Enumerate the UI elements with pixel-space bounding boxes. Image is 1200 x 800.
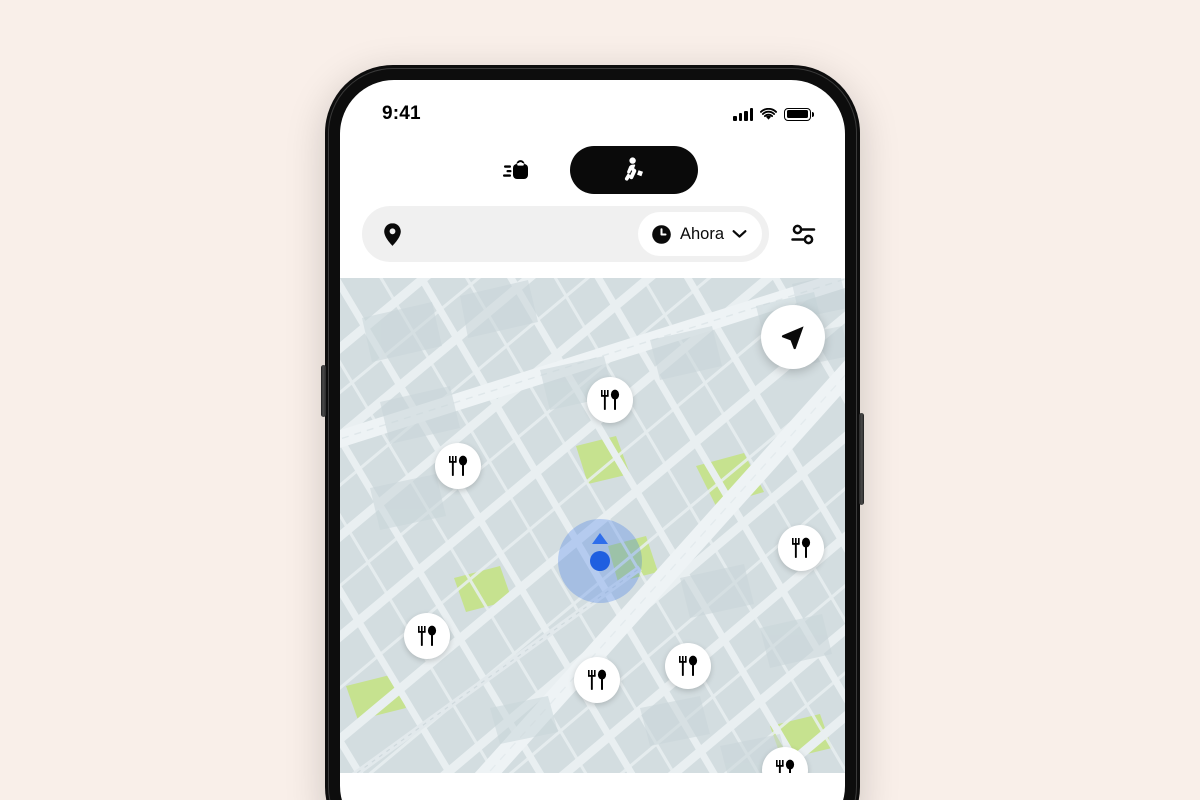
- phone-frame: 9:41 Ahora: [321, 65, 864, 800]
- restaurant-fork-spoon-icon: [601, 389, 620, 410]
- search-bar[interactable]: Ahora: [362, 206, 769, 262]
- delivery-bag-icon: [502, 160, 528, 179]
- battery-full-icon: [784, 107, 814, 121]
- power-button[interactable]: [859, 413, 864, 505]
- poi-pin-restaurant[interactable]: [404, 613, 450, 659]
- wifi-icon: [760, 107, 777, 120]
- map-canvas[interactable]: [340, 278, 845, 773]
- restaurant-fork-spoon-icon: [776, 759, 795, 773]
- chevron-down-icon: [732, 230, 747, 238]
- restaurant-fork-spoon-icon: [588, 669, 607, 690]
- location-dot: [590, 551, 610, 571]
- status-icons: [733, 107, 814, 121]
- location-pin-icon: [384, 222, 401, 246]
- mode-option-pickup[interactable]: [569, 146, 698, 194]
- restaurant-fork-spoon-icon: [679, 655, 698, 676]
- time-chip-button[interactable]: Ahora: [637, 212, 762, 256]
- location-heading-arrow: [592, 533, 608, 544]
- poi-pin-restaurant[interactable]: [574, 657, 620, 703]
- search-row: Ahora: [340, 206, 845, 278]
- volume-button[interactable]: [321, 365, 326, 417]
- walking-person-bag-icon: [624, 157, 643, 181]
- poi-pin-restaurant[interactable]: [435, 443, 481, 489]
- status-time: 9:41: [382, 103, 421, 124]
- search-input[interactable]: [403, 225, 638, 243]
- locate-me-button[interactable]: [761, 305, 825, 369]
- poi-pin-restaurant[interactable]: [778, 525, 824, 571]
- mode-toggle: [340, 134, 845, 206]
- restaurant-fork-spoon-icon: [449, 455, 468, 476]
- time-chip-label: Ahora: [679, 224, 724, 243]
- clock-icon: [652, 224, 671, 244]
- filter-sliders-icon: [790, 224, 815, 244]
- navigation-arrow-icon: [781, 326, 804, 350]
- poi-pin-restaurant[interactable]: [587, 377, 633, 423]
- restaurant-fork-spoon-icon: [792, 537, 811, 558]
- filter-button[interactable]: [783, 214, 823, 254]
- phone-screen: 9:41 Ahora: [340, 80, 845, 800]
- signal-bars-icon: [733, 107, 753, 121]
- status-bar: 9:41: [340, 80, 845, 134]
- poi-pin-restaurant[interactable]: [665, 643, 711, 689]
- restaurant-fork-spoon-icon: [418, 625, 437, 646]
- mode-option-delivery[interactable]: [488, 147, 544, 193]
